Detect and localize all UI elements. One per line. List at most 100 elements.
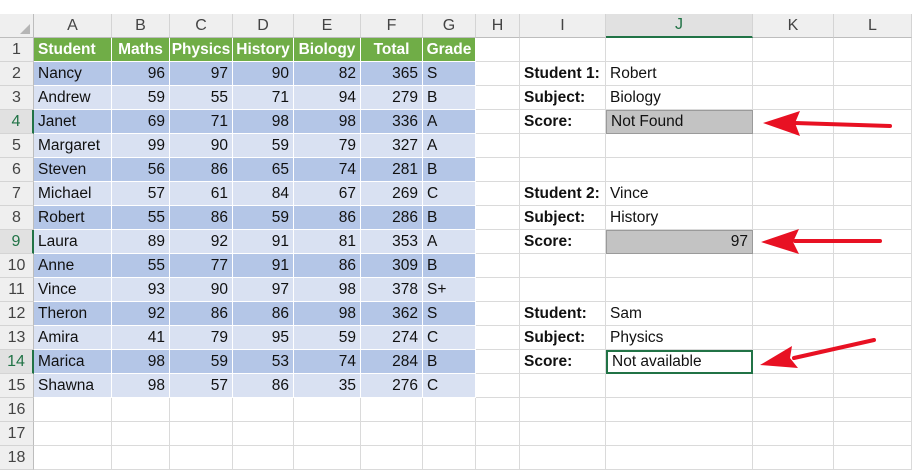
cell[interactable]	[233, 398, 294, 422]
cell[interactable]	[834, 182, 912, 206]
cell[interactable]	[753, 62, 834, 86]
grade-cell[interactable]: B	[423, 158, 476, 182]
cell[interactable]	[476, 350, 520, 374]
grade-cell[interactable]: A	[423, 110, 476, 134]
cell[interactable]	[753, 86, 834, 110]
score-cell[interactable]: 90	[233, 62, 294, 86]
score-cell[interactable]: 86	[170, 302, 233, 326]
column-header-d[interactable]: D	[233, 14, 294, 38]
score-result-cell[interactable]: Not Found	[606, 110, 753, 134]
cell[interactable]	[476, 422, 520, 446]
score-cell[interactable]: 79	[170, 326, 233, 350]
cell[interactable]	[520, 278, 606, 302]
score-cell[interactable]: 269	[361, 182, 423, 206]
score-cell[interactable]: 99	[112, 134, 170, 158]
cell[interactable]	[753, 278, 834, 302]
score-cell[interactable]: 84	[233, 182, 294, 206]
student-name-cell[interactable]: Shawna	[34, 374, 112, 398]
cell[interactable]	[606, 254, 753, 278]
cell[interactable]	[34, 422, 112, 446]
cell[interactable]	[520, 134, 606, 158]
cell[interactable]	[834, 278, 912, 302]
row-header-15[interactable]: 15	[0, 374, 34, 398]
score-cell[interactable]: 98	[112, 374, 170, 398]
cell[interactable]	[294, 422, 361, 446]
score-cell[interactable]: 276	[361, 374, 423, 398]
score-cell[interactable]: 71	[233, 86, 294, 110]
score-cell[interactable]: 35	[294, 374, 361, 398]
score-cell[interactable]: 86	[233, 302, 294, 326]
cell[interactable]	[476, 398, 520, 422]
score-cell[interactable]: 96	[112, 62, 170, 86]
cell[interactable]	[834, 38, 912, 62]
cell[interactable]	[233, 422, 294, 446]
student-name-cell[interactable]: Steven	[34, 158, 112, 182]
student-name-cell[interactable]: Anne	[34, 254, 112, 278]
score-cell[interactable]: 279	[361, 86, 423, 110]
score-cell[interactable]: 336	[361, 110, 423, 134]
row-header-13[interactable]: 13	[0, 326, 34, 350]
score-cell[interactable]: 59	[233, 206, 294, 230]
score-cell[interactable]: 59	[294, 326, 361, 350]
cell[interactable]	[606, 134, 753, 158]
column-header-c[interactable]: C	[170, 14, 233, 38]
cell[interactable]	[606, 278, 753, 302]
student-name-cell[interactable]: Janet	[34, 110, 112, 134]
score-cell[interactable]: 56	[112, 158, 170, 182]
row-header-2[interactable]: 2	[0, 62, 34, 86]
cell[interactable]	[34, 446, 112, 470]
score-cell[interactable]: 86	[294, 254, 361, 278]
grade-cell[interactable]: B	[423, 350, 476, 374]
score-cell[interactable]: 281	[361, 158, 423, 182]
cell[interactable]	[834, 374, 912, 398]
table-header-grade[interactable]: Grade	[423, 38, 476, 62]
student-name-cell[interactable]: Theron	[34, 302, 112, 326]
cell[interactable]	[606, 446, 753, 470]
cell[interactable]	[233, 446, 294, 470]
cell[interactable]	[423, 398, 476, 422]
score-cell[interactable]: 55	[112, 206, 170, 230]
score-cell[interactable]: 89	[112, 230, 170, 254]
row-header-16[interactable]: 16	[0, 398, 34, 422]
cell[interactable]	[753, 302, 834, 326]
score-cell[interactable]: 327	[361, 134, 423, 158]
cell[interactable]	[476, 110, 520, 134]
cell[interactable]	[753, 38, 834, 62]
cell[interactable]	[834, 86, 912, 110]
score-cell[interactable]: 91	[233, 230, 294, 254]
row-header-17[interactable]: 17	[0, 422, 34, 446]
cell[interactable]	[170, 398, 233, 422]
student-name-cell[interactable]: Marica	[34, 350, 112, 374]
cell[interactable]	[476, 230, 520, 254]
grade-cell[interactable]: B	[423, 86, 476, 110]
score-cell[interactable]: 55	[170, 86, 233, 110]
score-cell[interactable]: 284	[361, 350, 423, 374]
score-cell[interactable]: 59	[233, 134, 294, 158]
cell[interactable]	[423, 446, 476, 470]
grade-cell[interactable]: A	[423, 230, 476, 254]
cell[interactable]	[112, 446, 170, 470]
score-cell[interactable]: 378	[361, 278, 423, 302]
score-cell[interactable]: 74	[294, 158, 361, 182]
score-cell[interactable]: 77	[170, 254, 233, 278]
table-header-biology[interactable]: Biology	[294, 38, 361, 62]
column-header-a[interactable]: A	[34, 14, 112, 38]
table-header-history[interactable]: History	[233, 38, 294, 62]
score-cell[interactable]: 86	[170, 206, 233, 230]
score-cell[interactable]: 86	[294, 206, 361, 230]
score-cell[interactable]: 98	[112, 350, 170, 374]
cell[interactable]	[476, 254, 520, 278]
cell[interactable]	[361, 446, 423, 470]
grade-cell[interactable]: B	[423, 254, 476, 278]
student-name-cell[interactable]: Vince	[34, 278, 112, 302]
column-header-g[interactable]: G	[423, 14, 476, 38]
cell[interactable]	[834, 446, 912, 470]
score-cell[interactable]: 92	[112, 302, 170, 326]
student-name-cell[interactable]: Michael	[34, 182, 112, 206]
cell[interactable]	[606, 158, 753, 182]
grade-cell[interactable]: A	[423, 134, 476, 158]
column-header-b[interactable]: B	[112, 14, 170, 38]
cell[interactable]	[476, 134, 520, 158]
grade-cell[interactable]: B	[423, 206, 476, 230]
cell[interactable]	[520, 374, 606, 398]
